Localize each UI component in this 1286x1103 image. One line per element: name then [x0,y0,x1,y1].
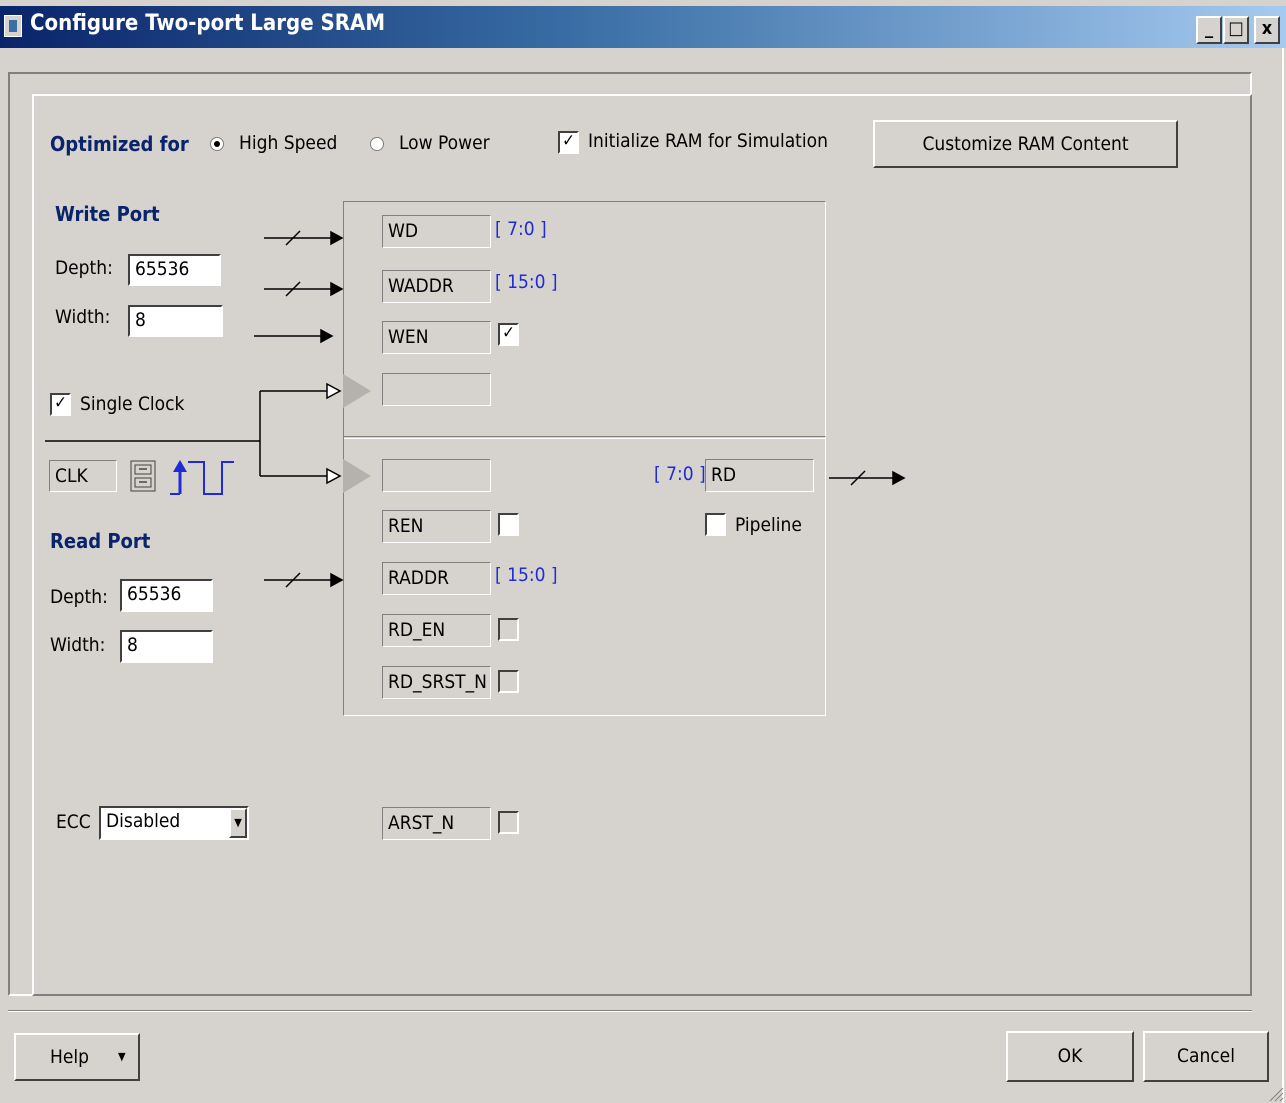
arst-n-checkbox[interactable] [498,811,519,834]
port-raddr: RADDR [382,562,491,595]
wd-bits-label: [ 7:0 ] [495,218,547,240]
resize-grip-icon[interactable] [1266,1084,1284,1102]
check-mark-icon: ✓ [502,323,515,343]
rd-en-checkbox[interactable] [498,618,519,641]
port-rd-en: RD_EN [382,614,491,647]
footer-separator [8,1010,1252,1012]
raddr-bits-label: [ 15:0 ] [495,564,558,586]
ren-checkbox[interactable] [498,513,519,536]
port-read-clock [382,459,491,492]
help-label: Help [50,1046,89,1068]
port-write-clock [382,373,491,406]
raddr-bus-arrow [264,572,344,588]
pipeline-checkbox[interactable] [705,513,726,536]
rd-bits-label: [ 7:0 ] [654,463,706,485]
port-ren: REN [382,510,491,543]
waddr-bus-arrow [264,281,344,297]
port-wen: WEN [382,321,491,354]
clock-wires [45,382,342,485]
help-dropdown-icon: ▼ [118,1050,126,1063]
wd-bus-arrow [264,230,344,246]
wen-checkbox[interactable]: ✓ [498,323,519,346]
pipeline-label[interactable]: Pipeline [735,514,802,536]
ok-button[interactable]: OK [1006,1031,1134,1082]
port-waddr: WADDR [382,270,491,303]
rd-bus-arrow [829,470,906,486]
port-arst-n: ARST_N [382,807,491,840]
port-wd: WD [382,215,491,248]
wen-arrow [254,328,334,344]
read-clock-triangle [343,459,371,493]
port-rd: RD [705,459,814,492]
help-button[interactable]: Help ▼ [14,1033,140,1081]
signal-wires [45,230,906,588]
waddr-bits-label: [ 15:0 ] [495,271,558,293]
port-rd-srst-n: RD_SRST_N [382,666,491,699]
write-clock-triangle [343,374,371,408]
cancel-button[interactable]: Cancel [1143,1031,1269,1082]
rd-srst-n-checkbox[interactable] [498,670,519,693]
